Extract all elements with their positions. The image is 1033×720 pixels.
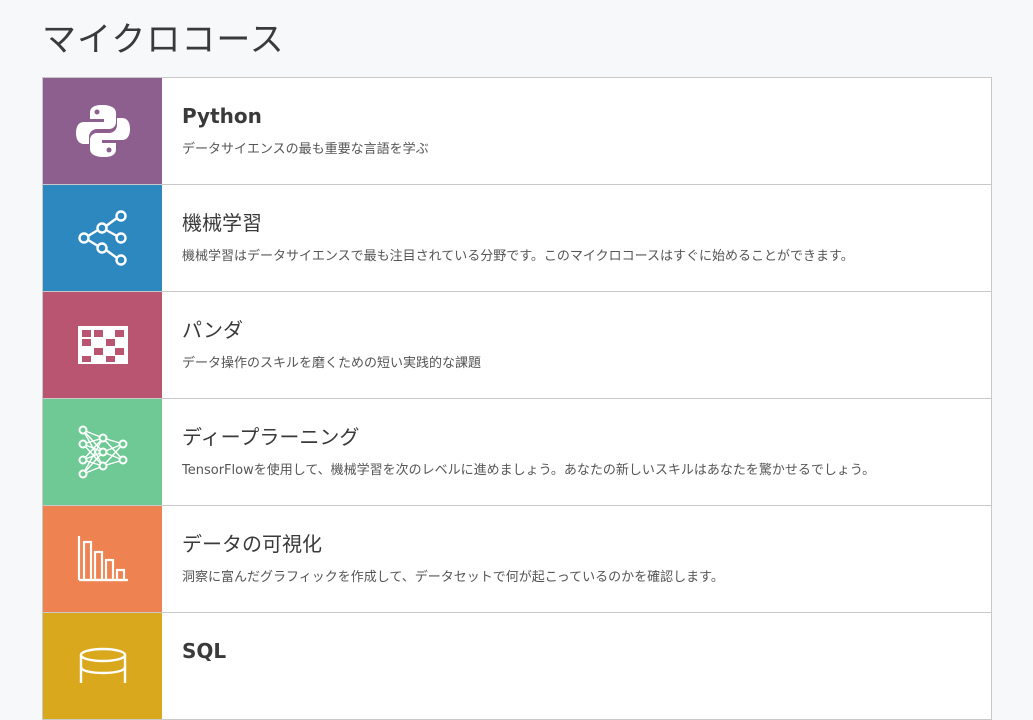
database-icon	[79, 647, 126, 683]
course-title: Python	[182, 104, 262, 128]
course-icon-tile	[43, 613, 162, 719]
course-body: データの可視化 洞察に富んだグラフィックを作成して、データセットで何が起こってい…	[162, 506, 724, 612]
course-list: Python データサイエンスの最も重要な言語を学ぶ 機械学習 機械学習はデータ…	[42, 77, 992, 720]
course-body: 機械学習 機械学習はデータサイエンスで最も注目されている分野です。このマイクロコ…	[162, 185, 854, 291]
course-icon-tile	[43, 78, 162, 184]
course-item-machine-learning[interactable]: 機械学習 機械学習はデータサイエンスで最も注目されている分野です。このマイクロコ…	[43, 185, 991, 292]
course-icon-tile	[43, 292, 162, 398]
course-description: 機械学習はデータサイエンスで最も注目されている分野です。このマイクロコースはすぐ…	[182, 249, 854, 264]
course-item-sql[interactable]: SQL	[43, 613, 991, 720]
dataframe-grid-icon	[77, 326, 128, 364]
network-graph-icon	[77, 210, 127, 266]
course-title: SQL	[182, 639, 227, 663]
course-description: データ操作のスキルを磨くための短い実践的な課題	[182, 356, 482, 371]
course-body: Python データサイエンスの最も重要な言語を学ぶ	[162, 78, 429, 184]
course-item-data-visualization[interactable]: データの可視化 洞察に富んだグラフィックを作成して、データセットで何が起こってい…	[43, 506, 991, 613]
course-title: 機械学習	[182, 211, 262, 235]
course-body: ディープラーニング TensorFlowを使用して、機械学習を次のレベルに進めま…	[162, 399, 875, 505]
course-icon-tile	[43, 399, 162, 505]
course-description: データサイエンスの最も重要な言語を学ぶ	[182, 142, 429, 157]
course-description: 洞察に富んだグラフィックを作成して、データセットで何が起こっているのかを確認しま…	[182, 570, 724, 585]
course-title: ディープラーニング	[182, 425, 360, 449]
course-icon-tile	[43, 506, 162, 612]
course-title: パンダ	[182, 318, 243, 342]
course-item-deep-learning[interactable]: ディープラーニング TensorFlowを使用して、機械学習を次のレベルに進めま…	[43, 399, 991, 506]
course-description: TensorFlowを使用して、機械学習を次のレベルに進めましょう。あなたの新し…	[182, 463, 876, 478]
bar-chart-icon	[77, 536, 128, 582]
course-body: SQL	[162, 613, 226, 719]
course-icon-tile	[43, 185, 162, 291]
course-body: パンダ データ操作のスキルを磨くための短い実践的な課題	[162, 292, 481, 398]
course-title: データの可視化	[182, 532, 322, 556]
course-item-pandas[interactable]: パンダ データ操作のスキルを磨くための短い実践的な課題	[43, 292, 991, 399]
page-title: マイクロコース	[42, 20, 285, 60]
neural-network-icon	[78, 425, 127, 479]
course-item-python[interactable]: Python データサイエンスの最も重要な言語を学ぶ	[43, 78, 991, 185]
python-icon	[75, 105, 130, 157]
